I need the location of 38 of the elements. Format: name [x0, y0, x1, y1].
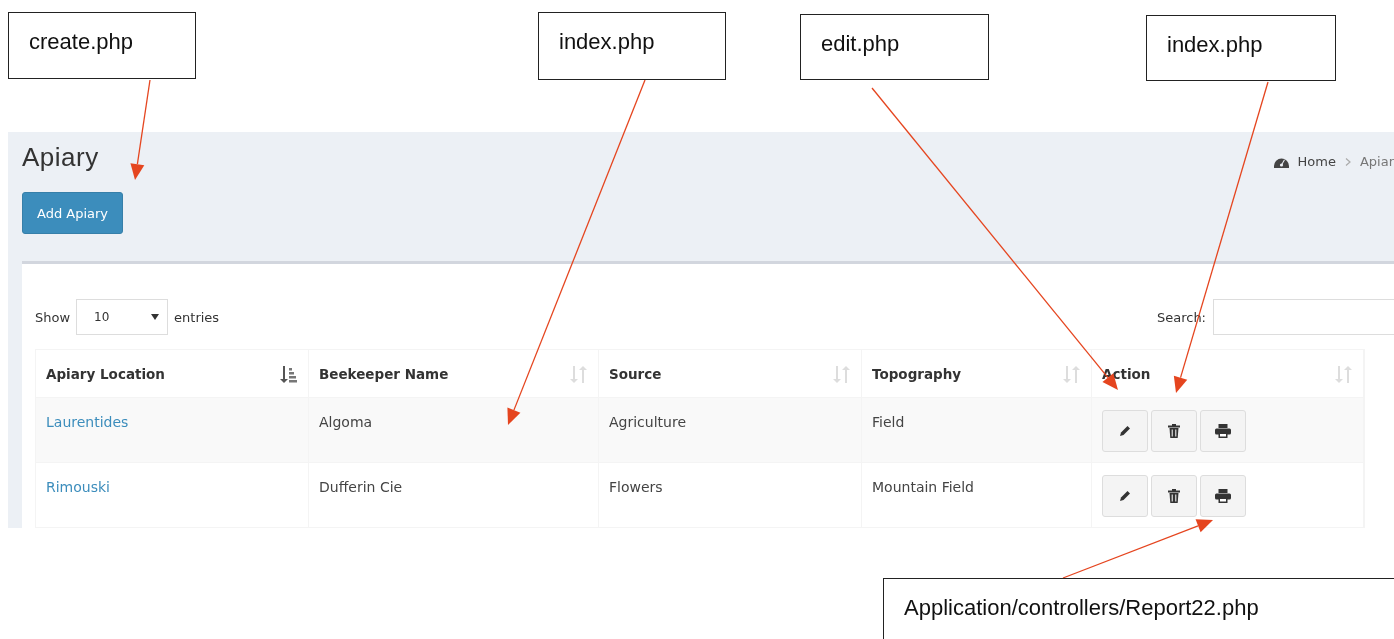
location-link[interactable]: Laurentides [46, 414, 129, 430]
printer-icon [1215, 489, 1231, 503]
callout-label: create.php [8, 12, 196, 79]
trash-icon [1168, 489, 1180, 503]
page-size-select[interactable]: 10 [76, 299, 169, 335]
chevron-icon [1344, 157, 1351, 166]
delete-button[interactable] [1151, 475, 1197, 517]
column-header[interactable]: Source [609, 365, 662, 382]
show-label: Show [35, 309, 71, 325]
entries-label: entries [174, 309, 220, 325]
delete-button[interactable] [1151, 410, 1197, 452]
table-cell: Algoma [319, 414, 373, 430]
print-button[interactable] [1200, 410, 1246, 452]
column-header[interactable]: Apiary Location [46, 365, 165, 382]
table-cell: Dufferin Cie [319, 479, 403, 495]
caret-icon [151, 314, 160, 320]
callout-label: index.php [1146, 15, 1336, 81]
column-header[interactable]: Topography [872, 365, 962, 382]
trash-icon [1168, 424, 1180, 438]
add-apiary-button[interactable]: Add Apiary [22, 192, 124, 234]
pencil-icon [1118, 489, 1132, 503]
table-cell: Agriculture [609, 414, 686, 430]
printer-icon [1215, 424, 1231, 438]
callout-label: index.php [538, 12, 726, 80]
pencil-icon [1118, 424, 1132, 438]
sort-icon[interactable] [278, 363, 298, 384]
search-field[interactable] [1213, 299, 1394, 335]
location-link[interactable]: Rimouski [46, 479, 110, 495]
table-cell: Mountain Field [872, 479, 974, 495]
print-button[interactable] [1200, 475, 1246, 517]
callout-label: edit.php [800, 14, 989, 80]
page-title: Apiary [22, 142, 99, 173]
breadcrumb-link[interactable]: Home [1297, 154, 1336, 169]
callout-label: Application/controllers/Report22.php [883, 578, 1394, 639]
table-cell: Flowers [609, 479, 663, 495]
breadcrumb-current: Apiar [1359, 154, 1394, 169]
table-cell: Field [872, 414, 905, 430]
column-header[interactable]: Beekeeper Name [319, 365, 449, 382]
